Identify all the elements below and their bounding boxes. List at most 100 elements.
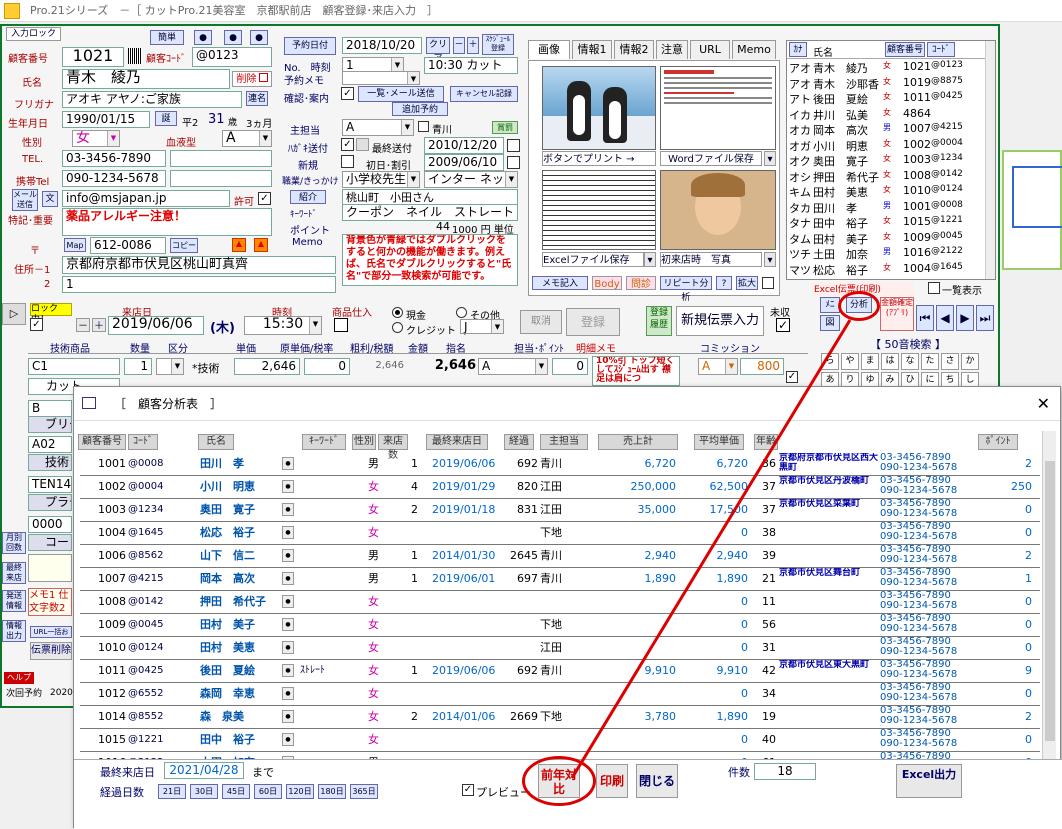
birthdate-field[interactable]: 1990/01/15 bbox=[62, 111, 150, 128]
new-slip-button[interactable]: 新規伝票入力 bbox=[676, 306, 764, 336]
text-button[interactable]: 文 bbox=[42, 191, 58, 207]
warning-icon[interactable]: ▲ bbox=[232, 238, 246, 252]
table-row[interactable]: 1006 @8562 山下 信二 男 1 2014/01/30 2645 青川 2,940 2,9… bbox=[80, 545, 1040, 568]
clear-button[interactable]: クリア bbox=[426, 37, 450, 64]
left-item-5[interactable]: プラチ bbox=[28, 494, 72, 511]
visit-date-prev[interactable]: － bbox=[76, 318, 90, 332]
excel-output-button[interactable]: Excel出力 bbox=[896, 764, 962, 798]
permit-checkbox[interactable]: ✓ bbox=[258, 192, 271, 205]
first-record-button[interactable]: ⏮ bbox=[916, 305, 934, 331]
table-row[interactable]: 1002 @0004 小川 明恵 女 4 2019/01/29 820 江田 250,000 62… bbox=[80, 476, 1040, 499]
elapsed-day-button[interactable]: 180日 bbox=[318, 784, 346, 799]
customer-list-row[interactable]: アオ 青木 綾乃女 1021 @0123 bbox=[787, 59, 995, 75]
first-day-checkbox[interactable] bbox=[507, 156, 520, 169]
table-row[interactable]: 1004 @1645 松応 裕子 女 下地 0 38 0 ● 03-3456-7890 090-12… bbox=[80, 522, 1040, 545]
credit-radio[interactable] bbox=[392, 322, 403, 333]
lock-checkbox[interactable]: ✓ bbox=[30, 318, 43, 331]
elapsed-day-button[interactable]: 365日 bbox=[350, 784, 378, 799]
new-checkbox[interactable] bbox=[341, 155, 354, 168]
item-field[interactable]: C1 bbox=[28, 358, 120, 375]
cost-field[interactable]: 0 bbox=[304, 358, 350, 375]
customer-list-row[interactable]: イカ 井川 弘美女 4864 bbox=[787, 106, 995, 122]
prize-button[interactable]: 賞罰 bbox=[492, 121, 518, 134]
row-detail-button[interactable]: ● bbox=[282, 641, 294, 654]
customer-list-row[interactable]: ツチ 土田 加奈男 1016 @2122 bbox=[787, 245, 995, 261]
row-detail-button[interactable]: ● bbox=[282, 664, 294, 677]
qty-field[interactable]: 1 bbox=[124, 358, 152, 375]
register-history-button[interactable]: 登録履歴 bbox=[646, 306, 672, 336]
left-item-6[interactable]: 0000 bbox=[28, 516, 72, 533]
help-badge[interactable]: ヘルプ bbox=[4, 672, 34, 684]
customer-list-row[interactable]: タカ 田川 孝男 1001 @0008 bbox=[787, 199, 995, 215]
column-header[interactable]: ﾎﾟｲﾝﾄ bbox=[978, 434, 1018, 450]
kana-button[interactable]: か bbox=[961, 353, 979, 370]
tab-url[interactable]: URL bbox=[690, 40, 730, 59]
keyword-field[interactable]: クーポン ネイル ストレート bbox=[342, 204, 518, 221]
kana-button[interactable]: や bbox=[841, 353, 859, 370]
column-header[interactable]: 主担当 bbox=[540, 434, 588, 450]
gender-select[interactable]: 女 ▼ bbox=[72, 130, 120, 147]
row-detail-button[interactable]: ● bbox=[282, 733, 294, 746]
column-header[interactable]: 年齢 bbox=[754, 434, 778, 450]
cancel-slip-button[interactable]: 取消 bbox=[520, 310, 562, 334]
delete-button[interactable]: 削除 bbox=[232, 71, 272, 87]
kana-button[interactable]: た bbox=[921, 353, 939, 370]
visit-time-select[interactable]: 15:30 ▼ bbox=[244, 316, 322, 335]
left-item-7[interactable]: コー bbox=[28, 534, 72, 551]
left-item-4[interactable]: TEN14 bbox=[28, 476, 72, 493]
customer-list-row[interactable]: オカ 岡本 高次男 1007 @4215 bbox=[787, 121, 995, 137]
number-sort-button[interactable]: 顧客番号 bbox=[885, 42, 925, 57]
customer-list-row[interactable]: タム 田村 美子女 1009 @0045 bbox=[787, 230, 995, 246]
list-mail-button[interactable]: 一覧･メール送信 bbox=[358, 86, 444, 102]
table-row[interactable]: 1007 @4215 岡本 高次 男 1 2019/06/01 697 青川 1,890 1,89… bbox=[80, 568, 1040, 591]
address1-field[interactable]: 京都府京都市伏見区桃山町真齊 bbox=[62, 256, 336, 274]
visit-date-field[interactable]: 2019/06/06 bbox=[108, 316, 204, 335]
table-row[interactable]: 1011 @0425 後田 夏絵 ｽﾄﾚｰﾄ 女 1 2019/06/06 692 青川 9,91… bbox=[80, 660, 1040, 683]
tab-info1[interactable]: 情報1 bbox=[572, 40, 612, 59]
customer-list-row[interactable]: マツ 松応 裕子 女 1004 @1645 bbox=[787, 261, 995, 277]
first-day-field[interactable]: 2009/06/10 bbox=[424, 154, 504, 171]
customer-number-field[interactable]: 1021 bbox=[62, 47, 124, 67]
view-toggle-2[interactable]: ● bbox=[224, 30, 242, 45]
kana-sort-button[interactable]: ｶﾅ bbox=[789, 42, 807, 57]
last-visit-button[interactable]: 最終来店 bbox=[2, 562, 26, 584]
commission-checkbox[interactable]: ✓ bbox=[786, 371, 798, 383]
info-output-button[interactable]: 情報出力 bbox=[2, 620, 26, 642]
code-sort-button[interactable]: ｺｰﾄﾞ bbox=[927, 42, 955, 57]
trigger-select[interactable]: インター ネット ▼ bbox=[424, 171, 518, 188]
row-detail-button[interactable]: ● bbox=[282, 572, 294, 585]
tab-caution[interactable]: 注意 bbox=[656, 40, 688, 59]
table-row[interactable]: 1015 @1221 田中 裕子 女 0 40 0 ● 03-3456-7890 090-1234… bbox=[80, 729, 1040, 752]
row-detail-button[interactable]: ● bbox=[282, 503, 294, 516]
customer-list-row[interactable]: アオ 青木 沙耶香女 1019 @8875 bbox=[787, 75, 995, 91]
close-button[interactable]: 閉じる bbox=[636, 764, 678, 798]
body-button[interactable]: Body bbox=[592, 276, 622, 290]
tab-info2[interactable]: 情報2 bbox=[614, 40, 654, 59]
customer-list-row[interactable]: キム 田村 美恵女 1010 @0124 bbox=[787, 183, 995, 199]
row-detail-button[interactable]: ● bbox=[282, 457, 294, 470]
column-header[interactable]: 最終来店日 bbox=[426, 434, 488, 450]
blood-type-select[interactable]: A ▼ bbox=[222, 130, 272, 147]
close-icon[interactable]: ✕ bbox=[1037, 387, 1050, 421]
main-staff-select[interactable]: A ▼ bbox=[342, 119, 414, 136]
row-detail-button[interactable]: ● bbox=[282, 480, 294, 493]
mobile-note-field[interactable] bbox=[170, 170, 272, 187]
menu-button[interactable]: ﾒﾆ bbox=[820, 297, 840, 313]
commission-select[interactable]: A ▼ bbox=[698, 358, 738, 375]
table-row[interactable]: 1001 @0008 田川 孝 男 1 2019/06/06 692 青川 6,720 6,720… bbox=[80, 453, 1040, 476]
excel-save-button[interactable]: Excelファイル保存 bbox=[542, 252, 644, 267]
confirm-checkbox[interactable]: ✓ bbox=[341, 87, 354, 100]
birthday-button[interactable]: 誕 bbox=[155, 111, 177, 126]
customer-list-row[interactable]: オク 奥田 寛子女 1003 @1234 bbox=[787, 152, 995, 168]
reserve-date-button[interactable]: 予約日付 bbox=[284, 37, 336, 55]
last-record-button[interactable]: ⏭ bbox=[976, 305, 994, 331]
staff-checkbox[interactable] bbox=[418, 121, 429, 132]
note-field[interactable]: 薬品アレルギー注意！ bbox=[62, 208, 272, 236]
print-button[interactable]: 印刷 bbox=[596, 764, 628, 798]
visit-date-next[interactable]: ＋ bbox=[92, 318, 106, 332]
column-header[interactable]: 性別 bbox=[352, 434, 376, 450]
memo-field[interactable]: 背景色が青緑ではダブルクリックをすると何かの機能が働きます。例えば、氏名でダブル… bbox=[342, 234, 518, 286]
reserve-memo-select[interactable]: ▼ bbox=[342, 71, 420, 85]
column-header[interactable]: 顧客番号 bbox=[78, 434, 126, 450]
decrement-button[interactable]: － bbox=[453, 37, 465, 54]
